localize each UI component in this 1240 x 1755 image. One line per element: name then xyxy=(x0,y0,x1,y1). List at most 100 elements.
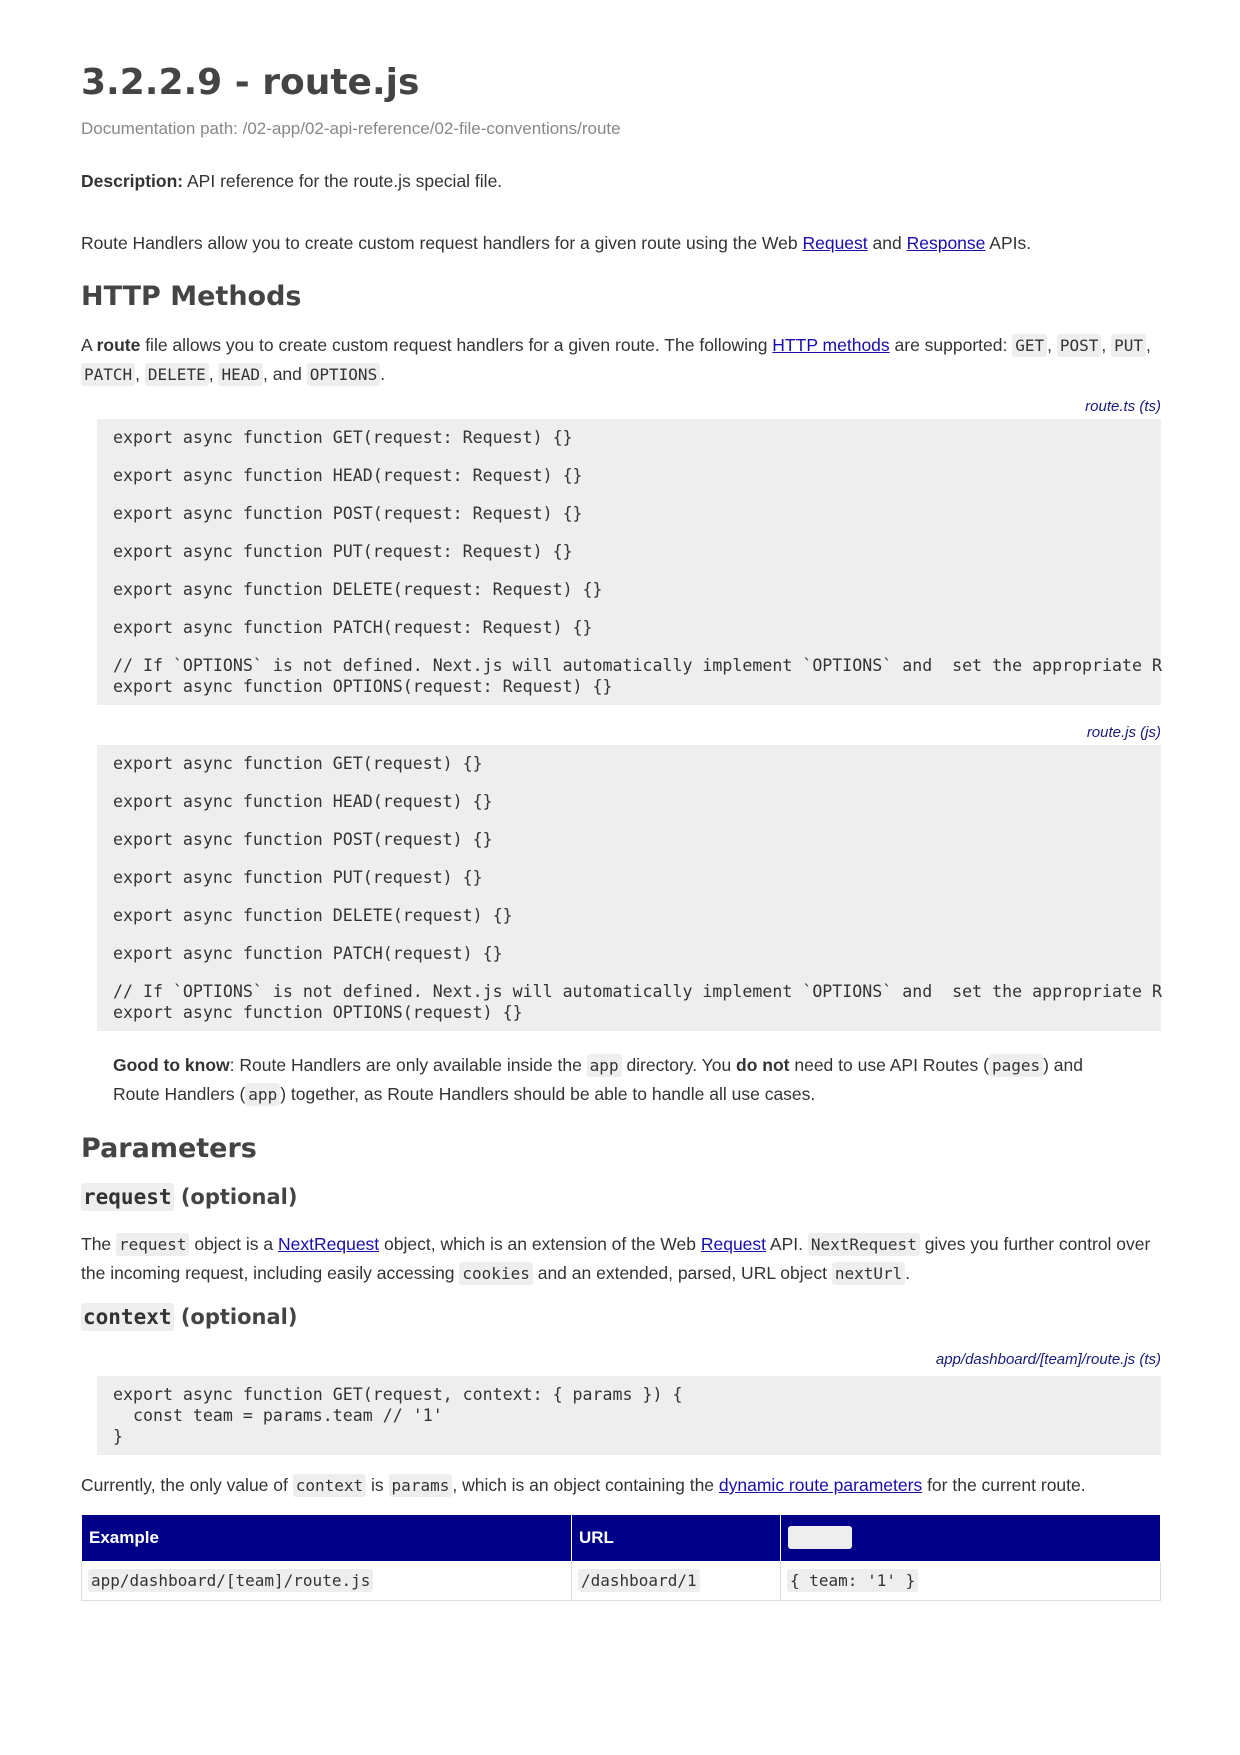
method-code: PUT xyxy=(1111,334,1147,357)
inline-code: params xyxy=(388,1474,453,1497)
request-heading: request (optional) xyxy=(81,1182,1161,1212)
inline-code: nextUrl xyxy=(831,1262,906,1285)
text: is xyxy=(366,1475,389,1495)
request-link[interactable]: Request xyxy=(802,233,867,253)
method-code: GET xyxy=(1012,334,1048,357)
dynamic-route-parameters-link[interactable]: dynamic route parameters xyxy=(719,1475,922,1495)
nextrequest-link[interactable]: NextRequest xyxy=(278,1234,379,1254)
sep: , and xyxy=(262,364,307,384)
inline-code: /dashboard/1 xyxy=(578,1569,700,1592)
code-line: export async function DELETE(request: Re… xyxy=(113,580,603,599)
intro-text: Route Handlers allow you to create custo… xyxy=(81,233,803,253)
text: for the current route. xyxy=(922,1475,1086,1495)
request-link[interactable]: Request xyxy=(701,1234,766,1254)
table-cell: app/dashboard/[team]/route.js xyxy=(81,1561,572,1601)
method-code: PATCH xyxy=(81,363,136,386)
code-line: export async function PUT(request: Reque… xyxy=(113,542,573,561)
table-header-row: Example URL params xyxy=(81,1514,1161,1562)
inline-code: context xyxy=(81,1303,174,1331)
code-line: } xyxy=(113,1427,123,1446)
params-table: Example URL params app/dashboard/[team]/… xyxy=(81,1514,1161,1601)
table-cell: { team: '1' } xyxy=(780,1561,1161,1601)
route-bold: route xyxy=(96,335,141,355)
code-line: export async function PUT(request) {} xyxy=(113,868,483,887)
context-paragraph: Currently, the only value of context is … xyxy=(81,1471,1161,1500)
inline-code: NextRequest xyxy=(807,1233,920,1256)
http-methods-paragraph: A route file allows you to create custom… xyxy=(81,331,1161,389)
code-line: // If `OPTIONS` is not defined. Next.js … xyxy=(113,982,1162,1001)
code-line: // If `OPTIONS` is not defined. Next.js … xyxy=(113,656,1162,675)
parameters-heading: Parameters xyxy=(81,1133,257,1164)
code-line: const team = params.team // '1' xyxy=(113,1406,443,1425)
document-content: 3.2.2.9 - route.js Documentation path: /… xyxy=(81,58,1162,1601)
inline-code: request xyxy=(116,1233,190,1256)
description: Description: API reference for the route… xyxy=(81,167,1161,195)
method-code: HEAD xyxy=(218,363,263,386)
table-header-params: params xyxy=(780,1514,1161,1562)
code-line: export async function POST(request: Requ… xyxy=(113,504,583,523)
text: API. xyxy=(766,1234,808,1254)
method-code: POST xyxy=(1056,334,1102,357)
text: need to use API Routes ( xyxy=(789,1055,989,1075)
request-paragraph: The request object is a NextRequest obje… xyxy=(81,1230,1161,1288)
http-methods-heading: HTTP Methods xyxy=(81,281,302,312)
inline-code: cookies xyxy=(459,1262,533,1285)
text: file allows you to create custom request… xyxy=(140,335,773,355)
inline-code: pages xyxy=(988,1054,1044,1077)
table-header-example: Example xyxy=(81,1514,572,1562)
text: object is a xyxy=(189,1234,278,1254)
intro-text: and xyxy=(867,233,907,253)
text: (optional) xyxy=(173,1305,298,1329)
description-label: Description: xyxy=(81,171,184,191)
text: The xyxy=(81,1234,117,1254)
sep: , xyxy=(1101,335,1112,355)
http-methods-link[interactable]: HTTP methods xyxy=(772,335,889,355)
code-line: export async function PATCH(request: Req… xyxy=(113,618,593,637)
code-caption-context: app/dashboard/[team]/route.js (ts) xyxy=(935,1351,1161,1368)
code-line: export async function GET(request, conte… xyxy=(113,1385,683,1404)
note-bold: do not xyxy=(736,1055,790,1075)
inline-code: app/dashboard/[team]/route.js xyxy=(88,1569,374,1592)
code-line: export async function HEAD(request: Requ… xyxy=(113,466,583,485)
code-caption-js: route.js (js) xyxy=(1086,724,1161,741)
inline-code: app xyxy=(586,1054,622,1077)
code-line: export async function GET(request: Reque… xyxy=(113,428,573,447)
text: Currently, the only value of xyxy=(81,1475,293,1495)
page: 3.2.2.9 - route.js Documentation path: /… xyxy=(0,0,1240,1755)
good-to-know-note: Good to know: Route Handlers are only av… xyxy=(113,1051,1123,1109)
code-line: export async function PATCH(request) {} xyxy=(113,944,503,963)
code-block-js: export async function GET(request) {} ex… xyxy=(97,745,1162,1031)
code-line: export async function HEAD(request) {} xyxy=(113,792,493,811)
note-bold: Good to know xyxy=(113,1055,230,1075)
inline-code: context xyxy=(292,1474,367,1497)
sep: , xyxy=(135,364,145,384)
code-line: export async function OPTIONS(request: R… xyxy=(113,677,613,696)
text: : Route Handlers are only available insi… xyxy=(229,1055,587,1075)
text: , which is an object containing the xyxy=(452,1475,719,1495)
table-cell: /dashboard/1 xyxy=(571,1561,781,1601)
code-block-context: export async function GET(request, conte… xyxy=(97,1376,1161,1455)
text: and an extended, parsed, URL object xyxy=(532,1263,832,1283)
code-line: export async function OPTIONS(request) {… xyxy=(113,1003,523,1022)
code-block-ts: export async function GET(request: Reque… xyxy=(97,419,1162,705)
description-text: API reference for the route.js special f… xyxy=(183,171,503,191)
code-line: export async function DELETE(request) {} xyxy=(113,906,513,925)
text: . xyxy=(905,1263,911,1283)
sep: , xyxy=(208,364,219,384)
text: (optional) xyxy=(173,1185,298,1209)
method-code: OPTIONS xyxy=(306,363,381,386)
inline-code: { team: '1' } xyxy=(787,1569,919,1592)
inline-code: request xyxy=(81,1183,174,1211)
intro-paragraph: Route Handlers allow you to create custo… xyxy=(81,229,1161,257)
table-header-url: URL xyxy=(571,1514,781,1562)
table-row: app/dashboard/[team]/route.js /dashboard… xyxy=(81,1561,1161,1601)
text: ) together, as Route Handlers should be … xyxy=(280,1084,816,1104)
text: are supported: xyxy=(889,335,1013,355)
text: object, which is an extension of the Web xyxy=(379,1234,701,1254)
code-line: export async function POST(request) {} xyxy=(113,830,493,849)
code-caption-ts: route.ts (ts) xyxy=(1085,398,1161,415)
sep: , xyxy=(1146,335,1151,355)
context-heading: context (optional) xyxy=(81,1302,1161,1332)
response-link[interactable]: Response xyxy=(907,233,986,253)
inline-code: params xyxy=(788,1526,852,1549)
